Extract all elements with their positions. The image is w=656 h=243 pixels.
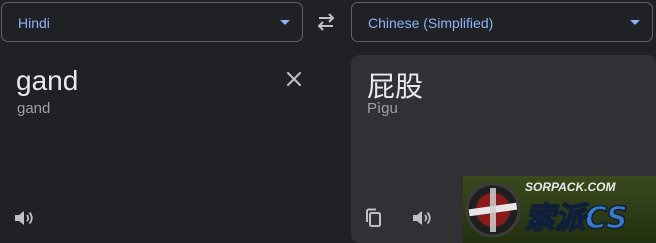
watermark-logo: SORPACK.COM 索派CS <box>465 180 628 238</box>
target-language-select[interactable]: Chinese (Simplified) <box>351 2 653 42</box>
copy-translation-button[interactable] <box>362 206 386 230</box>
copy-icon <box>366 208 381 227</box>
source-text[interactable]: gand <box>16 65 78 97</box>
watermark: SORPACK.COM 索派CS <box>463 176 656 243</box>
listen-source-button[interactable] <box>12 206 36 230</box>
translated-text: 屁股 <box>367 71 424 102</box>
close-icon <box>287 72 301 86</box>
clear-source-button[interactable] <box>282 67 306 91</box>
translate-widget: Hindi Chinese (Simplified) gand gand 屁股 … <box>0 0 656 243</box>
speaker-icon <box>413 211 431 225</box>
target-language-label: Chinese (Simplified) <box>368 15 494 31</box>
listen-translation-button[interactable] <box>410 206 434 230</box>
chevron-down-icon <box>630 20 640 25</box>
target-transliteration: Pìgu <box>367 100 398 117</box>
watermark-brand: 索派CS <box>525 201 628 236</box>
chevron-down-icon <box>280 20 290 25</box>
source-language-select[interactable]: Hindi <box>1 2 303 42</box>
watermark-site: SORPACK.COM <box>525 180 616 194</box>
source-panel: gand gand <box>0 55 345 243</box>
source-transliteration: gand <box>17 100 51 117</box>
source-language-label: Hindi <box>18 15 50 31</box>
swap-languages-button[interactable] <box>313 11 339 33</box>
swap-horizontal-icon <box>317 13 335 31</box>
speaker-icon <box>15 211 33 225</box>
